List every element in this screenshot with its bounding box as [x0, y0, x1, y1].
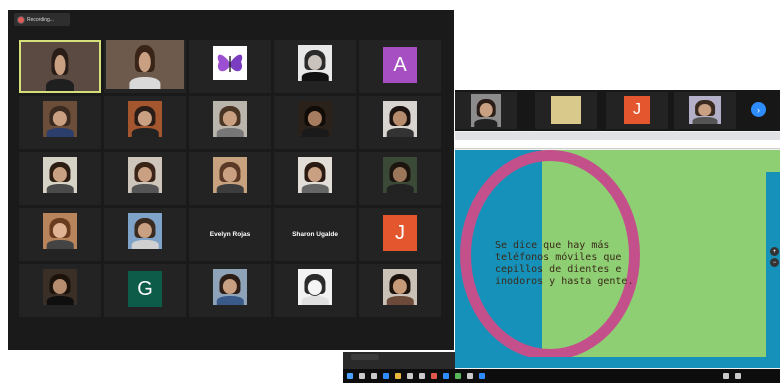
participant-video [213, 101, 247, 137]
zoom-gallery-window: Recording... A Evelyn Rojas Sharon Ugald… [8, 10, 454, 350]
meeting-controls-bar [343, 352, 455, 369]
participant-video [213, 157, 247, 193]
screen-share-window: J › Se dice que hay más teléfonos móvile… [455, 90, 780, 383]
participant-tile[interactable] [274, 264, 356, 317]
avatar-letter: A [383, 47, 417, 83]
participant-tile[interactable] [19, 152, 101, 205]
app-icon[interactable] [455, 373, 461, 379]
participant-video [689, 96, 721, 124]
participant-video [128, 213, 162, 249]
volume-icon[interactable] [735, 373, 741, 379]
participant-tile[interactable] [189, 96, 271, 149]
mail-icon[interactable] [419, 373, 425, 379]
participant-video [43, 213, 77, 249]
participant-tile[interactable] [19, 96, 101, 149]
zoom-in-icon[interactable]: + [770, 247, 779, 256]
participant-video [383, 101, 417, 137]
start-icon[interactable] [347, 373, 353, 379]
browser-address-bar[interactable] [455, 140, 780, 149]
participant-video [128, 101, 162, 137]
participant-tile-avatar[interactable]: J [606, 92, 668, 129]
participant-tile[interactable] [19, 208, 101, 261]
participant-tile[interactable] [274, 96, 356, 149]
participant-video [298, 101, 332, 137]
participant-tile-active-speaker[interactable] [19, 40, 101, 93]
participant-tile-named[interactable]: Evelyn Rojas [189, 208, 271, 261]
participant-tile[interactable] [359, 96, 441, 149]
participant-video [43, 269, 77, 305]
participant-tile[interactable] [359, 264, 441, 317]
slide-text-line: Se dice que hay más [495, 240, 610, 251]
wifi-icon[interactable] [723, 373, 729, 379]
participant-video [106, 40, 184, 89]
recording-indicator[interactable]: Recording... [14, 13, 70, 26]
slide-bottom-band [455, 357, 780, 368]
windows-taskbar [343, 369, 780, 383]
folder-icon[interactable] [395, 373, 401, 379]
participant-video [298, 157, 332, 193]
participant-tile-avatar[interactable]: J [359, 208, 441, 261]
slide-text-line: inodoros y hasta gente. [495, 276, 634, 287]
participant-video [43, 101, 77, 137]
participant-video [213, 269, 247, 305]
participant-tile-named[interactable]: Sharon Ugalde [274, 208, 356, 261]
participant-video [383, 157, 417, 193]
participant-video [128, 157, 162, 193]
avatar-letter: G [128, 271, 162, 307]
participant-tile[interactable] [104, 152, 186, 205]
participant-tile[interactable] [359, 152, 441, 205]
participant-video [21, 42, 99, 91]
participant-video [383, 269, 417, 305]
browser-tab-bar [455, 132, 780, 140]
presentation-slide: Se dice que hay más teléfonos móviles qu… [455, 150, 780, 357]
participant-tile[interactable] [455, 92, 517, 129]
participant-tile[interactable] [19, 264, 101, 317]
slide-text-line: cepillos de dientes e [495, 264, 622, 275]
participant-tile[interactable] [274, 152, 356, 205]
participant-tile-avatar[interactable]: A [359, 40, 441, 93]
participant-video [551, 96, 581, 124]
participant-tile[interactable] [189, 40, 271, 93]
chevron-right-icon[interactable]: › [751, 102, 766, 117]
participant-tile[interactable] [104, 208, 186, 261]
meeting-control-pill[interactable] [351, 354, 379, 360]
participant-tile[interactable] [189, 264, 271, 317]
participant-video [298, 269, 332, 305]
slide-text: Se dice que hay más teléfonos móviles qu… [495, 240, 655, 288]
store-icon[interactable] [407, 373, 413, 379]
participant-name: Evelyn Rojas [209, 231, 251, 238]
zoom-app-icon[interactable] [443, 373, 449, 379]
recording-label: Recording... [27, 16, 54, 23]
participant-tile[interactable] [104, 40, 186, 93]
butterfly-image [213, 46, 247, 80]
participant-tile[interactable] [189, 152, 271, 205]
participant-tile[interactable] [674, 92, 736, 129]
chrome-icon[interactable] [431, 373, 437, 379]
participant-tile[interactable] [104, 96, 186, 149]
participant-name: Sharon Ugalde [292, 231, 338, 238]
search-icon[interactable] [359, 373, 365, 379]
avatar-letter: J [383, 215, 417, 251]
participant-video [471, 94, 501, 127]
participant-video [298, 45, 332, 81]
slide-text-line: teléfonos móviles que [495, 252, 622, 263]
participant-strip: J › [455, 90, 780, 131]
participant-tile-avatar[interactable]: G [104, 264, 186, 317]
task-view-icon[interactable] [371, 373, 377, 379]
zoom-out-icon[interactable]: − [770, 258, 779, 267]
app-icon[interactable] [479, 373, 485, 379]
edge-icon[interactable] [383, 373, 389, 379]
record-icon [18, 16, 24, 23]
participant-tile[interactable] [274, 40, 356, 93]
participant-tile[interactable] [535, 92, 597, 129]
avatar-letter: J [624, 96, 650, 124]
participant-video [43, 157, 77, 193]
app-icon[interactable] [467, 373, 473, 379]
